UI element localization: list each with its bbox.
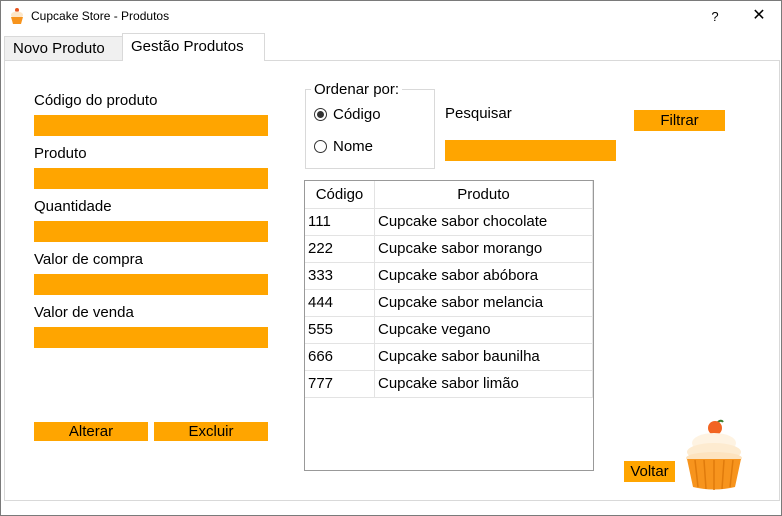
radio-nome[interactable] xyxy=(314,140,327,153)
help-button[interactable]: ? xyxy=(701,5,729,29)
column-header-codigo[interactable]: Código xyxy=(305,181,375,209)
codigo-label: Código do produto xyxy=(34,92,158,109)
cell-produto[interactable]: Cupcake sabor chocolate xyxy=(374,208,593,236)
ordenar-title: Ordenar por: xyxy=(311,81,403,98)
table-row[interactable]: 111 Cupcake sabor chocolate xyxy=(305,208,593,236)
tab-gestao-produtos[interactable]: Gestão Produtos xyxy=(122,33,265,61)
produto-label: Produto xyxy=(34,145,87,162)
cell-codigo[interactable]: 444 xyxy=(305,289,375,317)
pesquisar-label: Pesquisar xyxy=(445,105,512,122)
cell-produto[interactable]: Cupcake sabor abóbora xyxy=(374,262,593,290)
valor-venda-field[interactable] xyxy=(34,327,268,348)
table-row[interactable]: 222 Cupcake sabor morango xyxy=(305,235,593,263)
table-row[interactable]: 555 Cupcake vegano xyxy=(305,316,593,344)
cell-produto[interactable]: Cupcake vegano xyxy=(374,316,593,344)
cell-codigo[interactable]: 555 xyxy=(305,316,375,344)
products-table[interactable]: Código Produto 111 Cupcake sabor chocolat… xyxy=(304,180,594,471)
table-row[interactable]: 666 Cupcake sabor baunilha xyxy=(305,343,593,371)
table-row[interactable]: 777 Cupcake sabor limão xyxy=(305,370,593,398)
valor-compra-field[interactable] xyxy=(34,274,268,295)
alterar-button[interactable]: Alterar xyxy=(34,422,148,441)
cell-codigo[interactable]: 777 xyxy=(305,370,375,398)
search-input[interactable] xyxy=(445,140,616,161)
ordenar-groupbox xyxy=(305,89,435,169)
title-bar: Cupcake Store - Produtos ? ✕ xyxy=(1,1,781,32)
close-button[interactable]: ✕ xyxy=(741,5,777,29)
column-header-produto[interactable]: Produto xyxy=(374,181,593,209)
cupcake-icon xyxy=(686,419,742,490)
cell-produto[interactable]: Cupcake sabor melancia xyxy=(374,289,593,317)
produto-field[interactable] xyxy=(34,168,268,189)
cell-codigo[interactable]: 666 xyxy=(305,343,375,371)
tab-novo-produto[interactable]: Novo Produto xyxy=(4,36,123,62)
codigo-field[interactable] xyxy=(34,115,268,136)
cell-codigo[interactable]: 111 xyxy=(305,208,375,236)
radio-nome-label[interactable]: Nome xyxy=(333,138,373,155)
valor-compra-label: Valor de compra xyxy=(34,251,143,268)
table-header-row: Código Produto xyxy=(305,181,593,209)
window-title: Cupcake Store - Produtos xyxy=(31,9,170,23)
quantidade-field[interactable] xyxy=(34,221,268,242)
cell-codigo[interactable]: 333 xyxy=(305,262,375,290)
table-row[interactable]: 333 Cupcake sabor abóbora xyxy=(305,262,593,290)
radio-codigo-label[interactable]: Código xyxy=(333,106,381,123)
filtrar-button[interactable]: Filtrar xyxy=(634,110,725,131)
valor-venda-label: Valor de venda xyxy=(34,304,134,321)
cell-produto[interactable]: Cupcake sabor morango xyxy=(374,235,593,263)
cell-produto[interactable]: Cupcake sabor baunilha xyxy=(374,343,593,371)
cupcake-icon xyxy=(11,8,23,24)
app-window: Cupcake Store - Produtos ? ✕ Novo Produt… xyxy=(0,0,782,516)
voltar-button[interactable]: Voltar xyxy=(624,461,675,482)
quantidade-label: Quantidade xyxy=(34,198,112,215)
cell-codigo[interactable]: 222 xyxy=(305,235,375,263)
excluir-button[interactable]: Excluir xyxy=(154,422,268,441)
cell-produto[interactable]: Cupcake sabor limão xyxy=(374,370,593,398)
radio-codigo[interactable] xyxy=(314,108,327,121)
table-row[interactable]: 444 Cupcake sabor melancia xyxy=(305,289,593,317)
